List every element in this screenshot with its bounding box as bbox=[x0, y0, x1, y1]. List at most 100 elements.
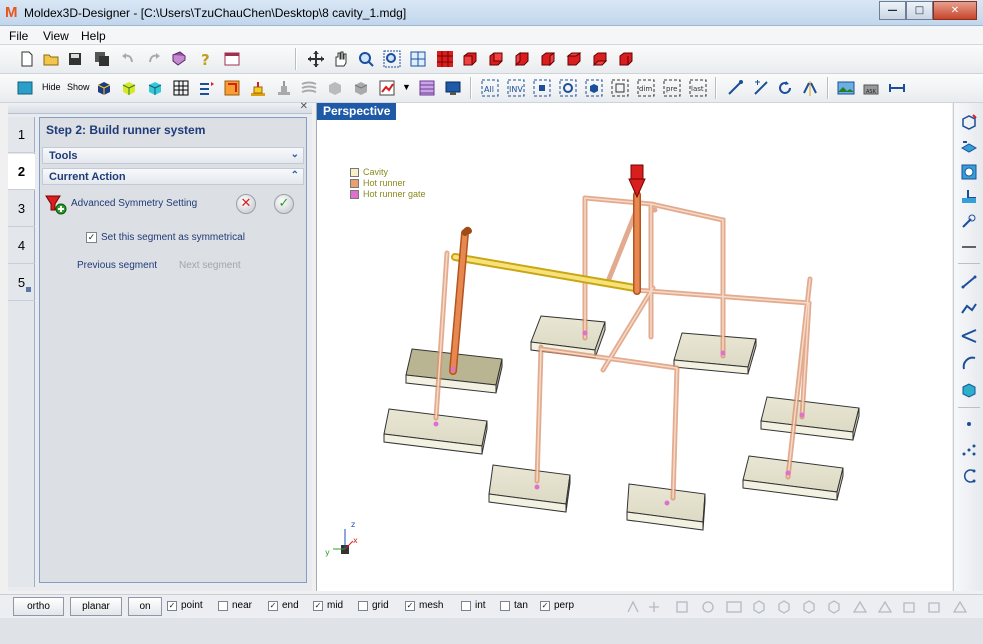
step-tab-2[interactable]: 2 bbox=[8, 154, 35, 190]
rotate-icon[interactable] bbox=[776, 79, 794, 97]
view-left-icon[interactable] bbox=[513, 50, 531, 68]
menu-view[interactable]: View bbox=[43, 29, 69, 43]
view-bottom-icon[interactable] bbox=[591, 50, 609, 68]
curve-points-icon[interactable] bbox=[960, 467, 978, 485]
snap-tan-checkbox[interactable] bbox=[500, 600, 510, 611]
step-tab-4[interactable]: 4 bbox=[8, 228, 35, 264]
stack2-icon[interactable] bbox=[352, 79, 370, 97]
snap-perp[interactable]: ✓ perp bbox=[540, 600, 574, 611]
view-iso-icon[interactable] bbox=[617, 50, 635, 68]
open-folder-icon[interactable] bbox=[42, 50, 60, 68]
select-all-icon[interactable]: All bbox=[481, 79, 499, 97]
snap-point-checkbox[interactable]: ✓ bbox=[167, 600, 177, 611]
new-file-icon[interactable] bbox=[18, 50, 36, 68]
pan-move-icon[interactable] bbox=[307, 50, 325, 68]
step-tab-1[interactable]: 1 bbox=[8, 117, 35, 153]
window-settings-icon[interactable] bbox=[223, 50, 241, 68]
snap-mid[interactable]: ✓ mid bbox=[313, 600, 343, 611]
maximize-button[interactable]: □ bbox=[906, 1, 933, 20]
stack-icon[interactable] bbox=[326, 79, 344, 97]
measure-icon[interactable] bbox=[888, 79, 906, 97]
minimize-button[interactable]: — bbox=[879, 1, 906, 20]
snap-point-icon[interactable] bbox=[726, 79, 744, 97]
normal-arrows-icon[interactable] bbox=[197, 79, 215, 97]
grid-view-icon[interactable] bbox=[436, 50, 454, 68]
tools-section-header[interactable]: Tools ⌄ bbox=[42, 147, 304, 164]
view-back-icon[interactable] bbox=[487, 50, 505, 68]
menu-help[interactable]: Help bbox=[81, 29, 106, 43]
draw-arc-icon[interactable] bbox=[960, 354, 978, 372]
hide-button[interactable]: Hide bbox=[42, 82, 61, 92]
save-all-icon[interactable] bbox=[93, 50, 111, 68]
picture-icon[interactable] bbox=[837, 79, 855, 97]
snap-near-checkbox[interactable] bbox=[218, 600, 228, 611]
insert-part-icon[interactable] bbox=[275, 79, 293, 97]
snap-mesh-checkbox[interactable]: ✓ bbox=[405, 600, 415, 611]
undo-icon[interactable] bbox=[119, 50, 137, 68]
step-tab-3[interactable]: 3 bbox=[8, 191, 35, 227]
solid-cube-icon[interactable] bbox=[95, 79, 113, 97]
select-solid-icon[interactable] bbox=[585, 79, 603, 97]
snap-int-checkbox[interactable] bbox=[461, 600, 471, 611]
menu-file[interactable]: File bbox=[9, 29, 28, 43]
view-top-icon[interactable] bbox=[565, 50, 583, 68]
snap-end[interactable]: ✓ end bbox=[268, 600, 299, 611]
snap-near[interactable]: near bbox=[218, 600, 252, 611]
mesh-tool-icon[interactable] bbox=[960, 163, 978, 181]
snap-perp-checkbox[interactable]: ✓ bbox=[540, 600, 550, 611]
snap-point[interactable]: ✓ point bbox=[167, 600, 203, 611]
previous-segment-link[interactable]: Previous segment bbox=[77, 260, 157, 271]
save-icon[interactable] bbox=[66, 50, 84, 68]
select-group-icon[interactable] bbox=[611, 79, 629, 97]
snap-end-checkbox[interactable]: ✓ bbox=[268, 600, 278, 611]
chart-dropdown-arrow[interactable]: ▼ bbox=[402, 82, 411, 92]
on-button[interactable]: on bbox=[128, 597, 162, 616]
next-segment-link[interactable]: Next segment bbox=[179, 260, 241, 271]
chart-view-icon[interactable] bbox=[378, 79, 396, 97]
select-circle-icon[interactable] bbox=[559, 79, 577, 97]
select-last-icon[interactable]: last bbox=[689, 79, 707, 97]
hand-pan-icon[interactable] bbox=[331, 50, 349, 68]
cancel-button[interactable]: ✕ bbox=[236, 194, 256, 214]
close-button[interactable]: ✕ bbox=[933, 1, 977, 20]
color-cube-icon[interactable] bbox=[146, 79, 164, 97]
select-previous-icon[interactable]: pre bbox=[663, 79, 681, 97]
draw-box-icon[interactable] bbox=[960, 381, 978, 399]
select-invert-icon[interactable]: INV bbox=[507, 79, 525, 97]
current-action-header[interactable]: Current Action ⌃ bbox=[42, 168, 304, 185]
zoom-icon[interactable] bbox=[357, 50, 375, 68]
select-box-icon[interactable] bbox=[533, 79, 551, 97]
monitor-icon[interactable] bbox=[444, 79, 462, 97]
planar-button[interactable]: planar bbox=[70, 597, 122, 616]
add-point-icon[interactable] bbox=[752, 79, 770, 97]
select-dim-icon[interactable]: dim bbox=[637, 79, 655, 97]
cooling-lines-icon[interactable] bbox=[300, 79, 318, 97]
mesh-grid-icon[interactable] bbox=[172, 79, 190, 97]
mirror-icon[interactable] bbox=[801, 79, 819, 97]
snap-tan[interactable]: tan bbox=[500, 600, 528, 611]
symmetry-checkbox[interactable]: ✓ bbox=[86, 231, 97, 243]
snap-grid[interactable]: grid bbox=[358, 600, 389, 611]
snap-int[interactable]: int bbox=[461, 600, 486, 611]
panel-grip[interactable]: ✕ bbox=[8, 101, 312, 114]
layers-icon[interactable] bbox=[418, 79, 436, 97]
ortho-button[interactable]: ortho bbox=[13, 597, 64, 616]
part-tool-icon[interactable] bbox=[960, 113, 978, 131]
points-pattern-icon[interactable] bbox=[960, 441, 978, 459]
panel-close-icon[interactable]: ✕ bbox=[300, 101, 308, 112]
draw-line-icon[interactable] bbox=[960, 273, 978, 291]
zoom-window-icon[interactable] bbox=[383, 50, 401, 68]
display-mode-icon[interactable] bbox=[16, 79, 34, 97]
view-right-icon[interactable] bbox=[539, 50, 557, 68]
help-pointer-icon[interactable]: ? bbox=[197, 50, 215, 68]
mold-base-icon[interactable] bbox=[249, 79, 267, 97]
runner-tool-icon[interactable] bbox=[960, 213, 978, 231]
line-tool-icon[interactable] bbox=[960, 238, 978, 256]
symmetry-checkbox-row[interactable]: ✓ Set this segment as symmetrical bbox=[86, 231, 245, 243]
confirm-button[interactable]: ✓ bbox=[274, 194, 294, 214]
machine-icon[interactable]: ASK bbox=[862, 79, 880, 97]
step-tab-5[interactable]: 5 bbox=[8, 265, 35, 301]
show-button[interactable]: Show bbox=[67, 82, 90, 92]
snap-mesh[interactable]: ✓ mesh bbox=[405, 600, 443, 611]
shaded-cube-icon[interactable] bbox=[120, 79, 138, 97]
